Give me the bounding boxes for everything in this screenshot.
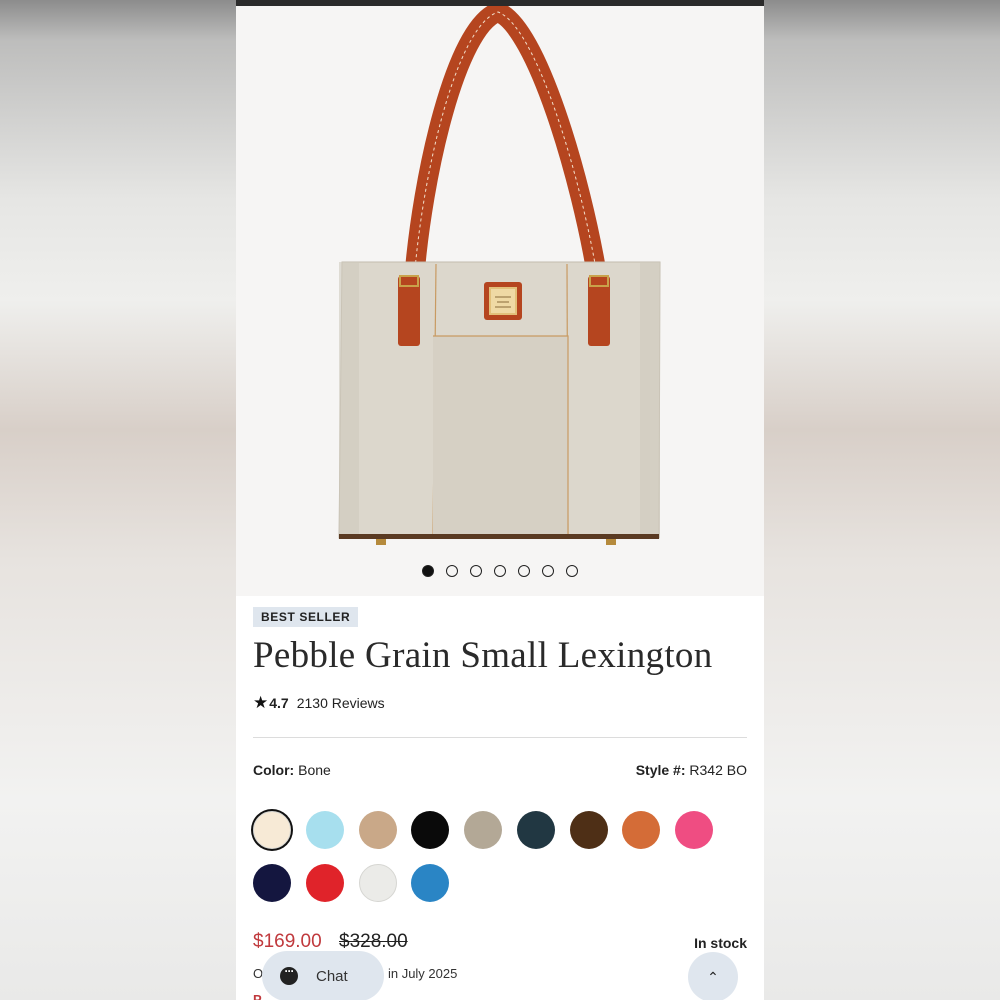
product-title: Pebble Grain Small Lexington xyxy=(253,635,713,676)
reviews-link[interactable]: 2130 Reviews xyxy=(297,695,385,711)
color-swatch[interactable] xyxy=(411,811,450,849)
promo-text: P xyxy=(253,992,262,1000)
phone-screen: BEST SELLER Pebble Grain Small Lexington… xyxy=(236,0,764,1000)
divider xyxy=(253,737,747,738)
color-swatch[interactable] xyxy=(305,864,344,902)
color-label: Color: xyxy=(253,762,295,778)
product-image xyxy=(338,6,661,545)
color-swatch[interactable] xyxy=(358,864,397,902)
star-icon: ★ xyxy=(253,693,269,712)
carousel-dots xyxy=(236,565,764,579)
carousel-dot[interactable] xyxy=(446,565,458,577)
original-price: $328.00 xyxy=(339,931,408,952)
stock-status: In stock xyxy=(694,935,747,951)
carousel-dot[interactable] xyxy=(566,565,578,577)
style-value: R342 BO xyxy=(689,762,747,778)
carousel-dot[interactable] xyxy=(422,565,434,577)
carousel-dot[interactable] xyxy=(542,565,554,577)
color-swatch[interactable] xyxy=(675,811,713,849)
color-style-row: Color: Bone Style #: R342 BO xyxy=(253,762,747,780)
color-swatch[interactable] xyxy=(358,811,397,849)
style-label: Style #: xyxy=(635,762,686,778)
color-swatch[interactable] xyxy=(622,811,661,849)
scroll-to-top-button[interactable]: ⌃ xyxy=(688,952,738,1000)
carousel-dot[interactable] xyxy=(518,565,530,577)
color-swatch[interactable] xyxy=(253,811,291,849)
color-swatch[interactable] xyxy=(569,811,608,849)
carousel-dot[interactable] xyxy=(470,565,482,577)
sale-price: $169.00 xyxy=(253,931,322,952)
chevron-up-icon: ⌃ xyxy=(707,968,719,985)
color-swatch[interactable] xyxy=(411,864,450,902)
chat-label: Chat xyxy=(316,967,348,985)
blurred-background-right xyxy=(764,0,1000,1000)
rating-summary[interactable]: ★ 4.7 2130 Reviews xyxy=(253,692,385,714)
blurred-background-left xyxy=(0,0,236,1000)
color-swatch[interactable] xyxy=(516,811,555,849)
color-swatch[interactable] xyxy=(305,811,344,849)
rating-value: 4.7 xyxy=(269,695,289,711)
best-seller-badge: BEST SELLER xyxy=(253,607,359,627)
carousel-dot[interactable] xyxy=(494,565,506,577)
color-value: Bone xyxy=(298,762,331,778)
chat-bubble-icon xyxy=(280,964,298,985)
product-image-carousel[interactable] xyxy=(236,6,764,596)
chat-button[interactable]: Chat xyxy=(262,951,384,1000)
color-swatch[interactable] xyxy=(253,864,291,902)
color-swatch[interactable] xyxy=(464,811,502,849)
